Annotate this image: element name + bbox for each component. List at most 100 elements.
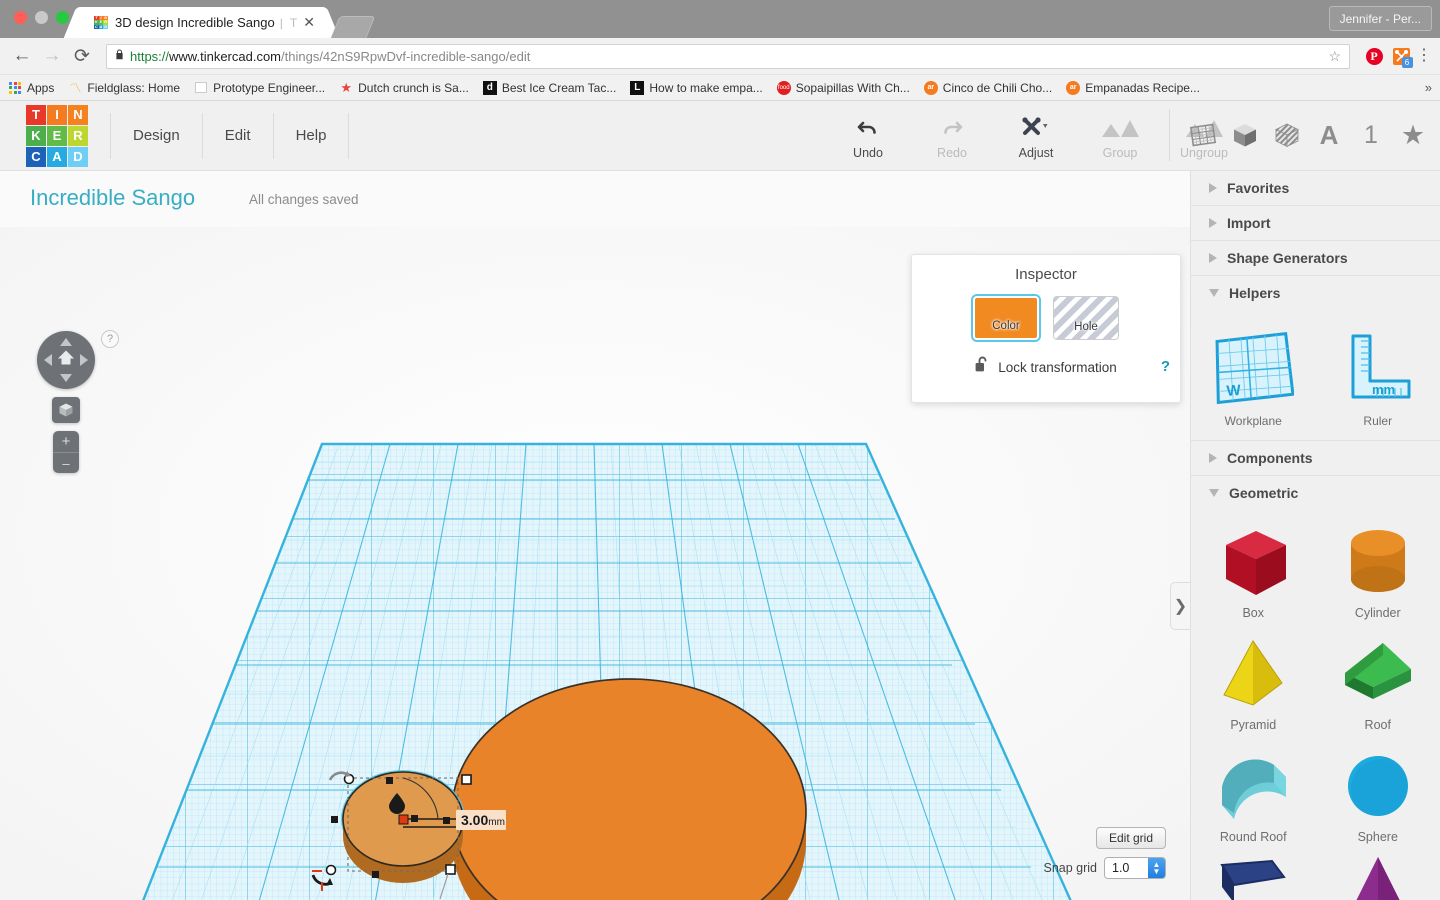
view-navigation-widget[interactable]: ? + – <box>37 330 119 473</box>
shape-tools: A 1 ★ <box>1169 109 1432 161</box>
back-icon[interactable]: ← <box>8 42 36 70</box>
hole-swatch-button[interactable]: Hole <box>1053 296 1119 340</box>
url-host: www.tinkercad.com <box>169 48 282 64</box>
view-up-arrow-icon[interactable] <box>60 338 72 346</box>
color-swatch-button[interactable]: Color <box>971 294 1041 342</box>
menu-edit[interactable]: Edit <box>203 112 274 159</box>
hole-swatch-label: Hole <box>1074 321 1098 333</box>
zoom-controls[interactable]: + – <box>53 431 79 473</box>
browser-tab-active[interactable]: TIN KER CAD 3D design Incredible Sango |… <box>78 7 325 38</box>
minimize-window-button[interactable] <box>35 11 48 24</box>
helper-workplane[interactable]: W Workplane <box>1191 320 1316 432</box>
favorites-star-tool-icon[interactable]: ★ <box>1394 116 1432 154</box>
bookmark-how-to-make-empanadas[interactable]: L How to make empa... <box>630 80 763 95</box>
lock-transformation-row[interactable]: Lock transformation <box>912 356 1180 378</box>
bookmark-cinco-de-chili[interactable]: ar Cinco de Chili Cho... <box>923 80 1052 95</box>
shape-round-roof[interactable]: Round Roof <box>1191 734 1316 846</box>
undo-button[interactable]: Undo <box>826 109 910 160</box>
shape-cylinder[interactable]: Cylinder <box>1316 510 1440 622</box>
sidebar-section-helpers[interactable]: Helpers W Workplane mm Ruler <box>1191 276 1440 441</box>
browser-menu-icon[interactable]: ⋮ <box>1416 48 1432 64</box>
sidebar-section-import[interactable]: Import <box>1191 206 1440 241</box>
group-icon <box>1101 115 1139 141</box>
bookmarks-overflow-icon[interactable]: » <box>1425 80 1432 95</box>
bookmark-best-ice-cream[interactable]: d Best Ice Cream Tac... <box>482 80 616 95</box>
tinkercad-logo[interactable]: T I N K E R C A D <box>26 104 88 167</box>
logo-tile-t: T <box>26 104 46 125</box>
view-right-arrow-icon[interactable] <box>80 354 88 366</box>
page-title[interactable]: Incredible Sango <box>30 185 195 211</box>
snap-grid-value: 1.0 <box>1112 861 1130 875</box>
bookmark-sopaipillas[interactable]: food Sopaipillas With Ch... <box>776 80 910 95</box>
redo-label: Redo <box>937 146 967 160</box>
address-bar[interactable]: https:// www.tinkercad.com /things/42nS9… <box>106 43 1350 69</box>
view-left-arrow-icon[interactable] <box>44 354 52 366</box>
shape-sphere[interactable]: Sphere <box>1316 734 1440 846</box>
sidebar-section-components[interactable]: Components <box>1191 441 1440 476</box>
bookmark-prototype-engineer[interactable]: Prototype Engineer... <box>194 81 325 95</box>
chevron-right-icon <box>1209 253 1217 263</box>
new-tab-button[interactable] <box>330 16 376 38</box>
zoom-out-button[interactable]: – <box>53 452 79 473</box>
snap-grid-input[interactable]: 1.0 ▲ ▼ <box>1104 857 1166 879</box>
shape-box[interactable]: Box <box>1191 510 1316 622</box>
bookmark-star-icon[interactable]: ☆ <box>1328 48 1341 65</box>
browser-window: TIN KER CAD 3D design Incredible Sango |… <box>0 0 1440 900</box>
text-tool-icon[interactable]: A <box>1310 116 1348 154</box>
group-button[interactable]: Group <box>1078 109 1162 160</box>
bookmark-label: Empanadas Recipe... <box>1085 80 1200 95</box>
fieldglass-icon: 〽 <box>69 81 82 95</box>
menu-help[interactable]: Help <box>274 112 350 159</box>
edit-grid-button[interactable]: Edit grid <box>1095 827 1166 849</box>
zoom-in-button[interactable]: + <box>53 431 79 452</box>
inspector-panel: Inspector Color Hole ? Lock transformati… <box>911 254 1181 403</box>
shape-cone[interactable]: Cone <box>1316 846 1440 900</box>
collapse-panel-handle[interactable]: ❯ <box>1170 582 1190 630</box>
home-view-icon[interactable] <box>57 350 75 371</box>
bookmark-apps[interactable]: Apps <box>8 81 54 95</box>
snap-grid-row: Snap grid 1.0 ▲ ▼ <box>1043 857 1166 879</box>
adjust-button[interactable]: Adjust <box>994 109 1078 160</box>
chevron-right-icon <box>1209 453 1217 463</box>
adjust-label: Adjust <box>1018 146 1054 160</box>
reload-icon[interactable]: ⟳ <box>68 42 96 70</box>
view-down-arrow-icon[interactable] <box>60 374 72 382</box>
sidebar-section-favorites[interactable]: Favorites <box>1191 171 1440 206</box>
url-path: /things/42nS9RpwDvf-incredible-sango/edi… <box>281 48 531 64</box>
bookmark-dutch-crunch[interactable]: ★ Dutch crunch is Sa... <box>339 80 469 95</box>
svg-text:W: W <box>1226 382 1242 400</box>
window-controls[interactable] <box>14 11 69 24</box>
shape-pyramid[interactable]: Pyramid <box>1191 622 1316 734</box>
shape-roof[interactable]: Roof <box>1316 622 1440 734</box>
helper-ruler[interactable]: mm Ruler <box>1316 320 1440 432</box>
pinterest-extension-icon[interactable]: P <box>1363 45 1385 67</box>
redo-button[interactable]: Redo <box>910 109 994 160</box>
shape-label: Roof <box>1364 718 1391 732</box>
view-cube-control[interactable] <box>37 331 95 389</box>
nav-help-icon[interactable]: ? <box>101 330 119 348</box>
snap-grid-stepper[interactable]: ▲ ▼ <box>1148 858 1165 878</box>
profile-button[interactable]: Jennifer - Per... <box>1328 6 1432 31</box>
close-window-button[interactable] <box>14 11 27 24</box>
number-tool-icon[interactable]: 1 <box>1352 116 1390 154</box>
sidebar-section-shape-generators[interactable]: Shape Generators <box>1191 241 1440 276</box>
forward-icon[interactable]: → <box>38 42 66 70</box>
sidebar-section-geometric[interactable]: Geometric Box Cylinder Pyramid Roof Roun… <box>1191 476 1440 900</box>
box-thumb-icon <box>1212 520 1294 604</box>
menu-design[interactable]: Design <box>110 112 203 159</box>
bookmark-empanadas-recipe[interactable]: ar Empanadas Recipe... <box>1066 80 1200 95</box>
project-bar: Incredible Sango All changes saved <box>0 171 1190 227</box>
pocket-extension-icon[interactable]: 6 <box>1390 45 1413 68</box>
hole-cube-tool-icon[interactable] <box>1268 116 1306 154</box>
tab-close-button[interactable]: ✕ <box>303 14 315 31</box>
bookmark-fieldglass[interactable]: 〽 Fieldglass: Home <box>68 81 180 96</box>
maximize-window-button[interactable] <box>56 11 69 24</box>
fit-view-button[interactable] <box>52 397 80 423</box>
inspector-help-icon[interactable]: ? <box>1161 358 1170 375</box>
d-icon: d <box>482 80 497 95</box>
workplane-tool-icon[interactable] <box>1184 116 1222 154</box>
shape-wedge[interactable]: Wedge <box>1191 846 1316 900</box>
solid-cube-tool-icon[interactable] <box>1226 116 1264 154</box>
unlocked-padlock-icon <box>975 356 990 378</box>
url-scheme: https:// <box>130 48 170 64</box>
